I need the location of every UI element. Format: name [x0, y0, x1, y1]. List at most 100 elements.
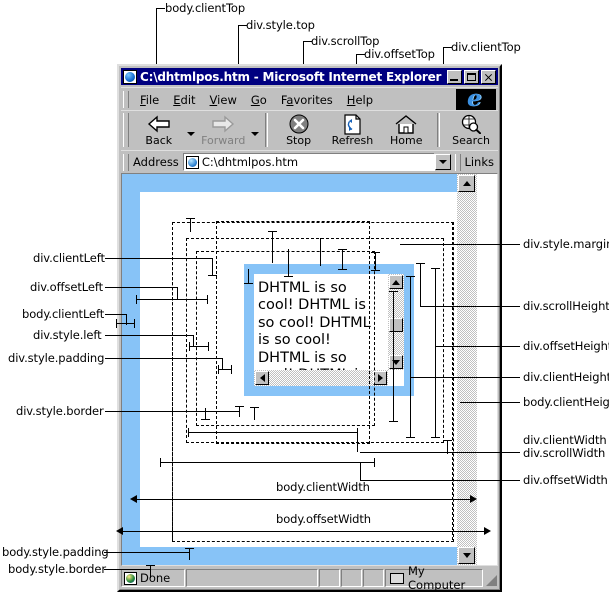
menu-bar: File Edit View Go Favorites Help	[121, 87, 498, 111]
diagram-root: body.clientTop div.style.top div.scrollT…	[0, 0, 609, 602]
menu-label-rest: iew	[217, 92, 237, 107]
address-value: C:\dhtmlpos.htm	[201, 155, 299, 169]
cap-body-stylePadding-top	[185, 548, 194, 549]
cap-left	[188, 428, 189, 437]
annotation-div-clientLeft: div.clientLeft	[33, 251, 105, 265]
cap-right	[208, 342, 209, 351]
cap-div-styleBorder	[239, 406, 240, 417]
toolbar-back-label: Back	[145, 134, 173, 147]
address-document-icon	[185, 155, 199, 169]
toolbar-stop-button[interactable]: Stop	[272, 111, 326, 149]
cap-top	[268, 231, 277, 232]
annotation-body-clientHeight: body.clientHeight	[523, 395, 609, 409]
title-bar: C:\dhtmlpos.htm - Microsoft Internet Exp…	[121, 68, 498, 85]
dim-div-clientHeight-v	[393, 291, 394, 422]
annotation-body-offsetWidth: body.offsetWidth	[276, 512, 371, 526]
toolbar-home-button[interactable]: Home	[379, 111, 433, 149]
address-drag-grip[interactable]	[123, 153, 129, 171]
body-scroll-up-button[interactable]	[458, 175, 475, 192]
annotation-body-stylePadding: body.style.padding	[2, 545, 109, 559]
toolbar-home-label: Home	[390, 134, 423, 147]
menu-item-view[interactable]: View	[203, 91, 244, 109]
chevron-down-icon	[439, 160, 448, 164]
toolbar-search-button[interactable]: Search	[444, 111, 498, 149]
annotation-div-scrollWidth: div.scrollWidth	[523, 446, 606, 460]
minimize-button[interactable]	[447, 69, 462, 84]
address-dropdown-button[interactable]	[435, 154, 452, 170]
leader-div-clientWidth	[360, 452, 520, 453]
maximize-button[interactable]	[464, 69, 479, 84]
menu-item-edit[interactable]: Edit	[166, 91, 202, 109]
cap-div-styleBorder-top	[235, 406, 244, 407]
toolbar-refresh-button[interactable]: Refresh	[326, 111, 380, 149]
annotation-div-styleLeft: div.style.left	[33, 328, 102, 342]
forward-arrow-icon	[211, 113, 235, 135]
annotation-div-styleMargin: div.style.margin	[523, 237, 609, 251]
home-icon	[394, 113, 418, 135]
toolbar-forward-button[interactable]: Forward	[196, 111, 250, 149]
annotation-div-clientWidth: div.clientWidth	[523, 433, 607, 447]
annotation-div-scrollTop: div.scrollTop	[311, 34, 380, 48]
toolbar-drag-grip[interactable]	[123, 113, 129, 147]
menu-item-go[interactable]: Go	[244, 91, 274, 109]
cap-bottom	[406, 437, 415, 438]
status-document-icon	[124, 571, 137, 585]
leader-elbow	[156, 8, 165, 9]
forward-dropdown-button[interactable]	[250, 111, 261, 149]
menu-item-file[interactable]: File	[133, 91, 166, 109]
cap-top	[443, 440, 452, 441]
annotation-div-clientHeight: div.clientHeight	[523, 370, 609, 384]
guide-line-body-content-left	[172, 222, 173, 540]
leader-elbow	[238, 25, 247, 26]
resize-grip[interactable]	[484, 569, 498, 587]
address-bar: Address C:\dhtmlpos.htm Links	[121, 150, 498, 173]
internet-explorer-logo-icon	[456, 89, 496, 110]
toolbar: Back Forward Stop Refresh Home Search	[121, 110, 498, 151]
menu-item-help[interactable]: Help	[340, 91, 380, 109]
annotation-div-stylePadding: div.style.padding	[8, 351, 105, 365]
body-scroll-down-button[interactable]	[458, 547, 475, 564]
status-message: Done	[140, 571, 171, 585]
window-title: C:\dhtmlpos.htm - Microsoft Internet Exp…	[140, 69, 442, 84]
cap-top	[416, 263, 425, 264]
menu-drag-grip[interactable]	[123, 91, 129, 108]
title-document-icon	[123, 69, 137, 84]
back-arrow-icon	[147, 113, 171, 135]
cap-left	[189, 342, 190, 351]
stop-icon	[289, 113, 309, 135]
cap-top	[389, 291, 398, 292]
cap-bottom	[371, 270, 380, 271]
toolbar-separator	[437, 113, 441, 147]
dim-div-offsetHeight-v	[410, 276, 411, 377]
toolbar-back-button[interactable]: Back	[132, 111, 186, 149]
dim-div-styleLeft	[189, 346, 209, 347]
dim-div-clientWidth-riser	[357, 432, 358, 452]
toolbar-forward-label: Forward	[201, 134, 246, 147]
leader-inner-d	[320, 238, 321, 266]
status-message-panel: Done	[121, 569, 185, 587]
menu-item-favorites[interactable]: Favorites	[274, 91, 340, 109]
dim-div-scrollHeight-v2	[435, 346, 436, 437]
links-label: Links	[464, 155, 494, 169]
links-drag-grip[interactable]	[455, 153, 462, 171]
leader-elbow	[443, 47, 452, 48]
refresh-icon	[342, 113, 362, 135]
computer-icon	[390, 572, 404, 584]
body-vertical-scrollbar[interactable]	[457, 174, 477, 565]
leader-div-clientHeight	[410, 377, 520, 378]
cap-left	[116, 319, 117, 328]
annotation-div-offsetHeight: div.offsetHeight	[523, 339, 609, 353]
annotation-body-styleBorder: body.style.border	[8, 562, 106, 576]
close-button[interactable]	[481, 69, 496, 84]
back-dropdown-button[interactable]	[186, 111, 197, 149]
menu-label-rest: elp	[355, 92, 374, 107]
leader-inner-c	[342, 249, 343, 269]
cap-top	[406, 276, 415, 277]
dim-div-offsetWidth-riser	[360, 462, 361, 480]
cap-top	[186, 218, 195, 219]
leader-div-styleMargin	[400, 244, 520, 245]
leader-div-offsetHeight	[435, 346, 520, 347]
leader-div-clientLeft-drop	[212, 258, 213, 275]
address-input[interactable]: C:\dhtmlpos.htm	[182, 153, 436, 171]
status-panel-c	[363, 569, 384, 587]
